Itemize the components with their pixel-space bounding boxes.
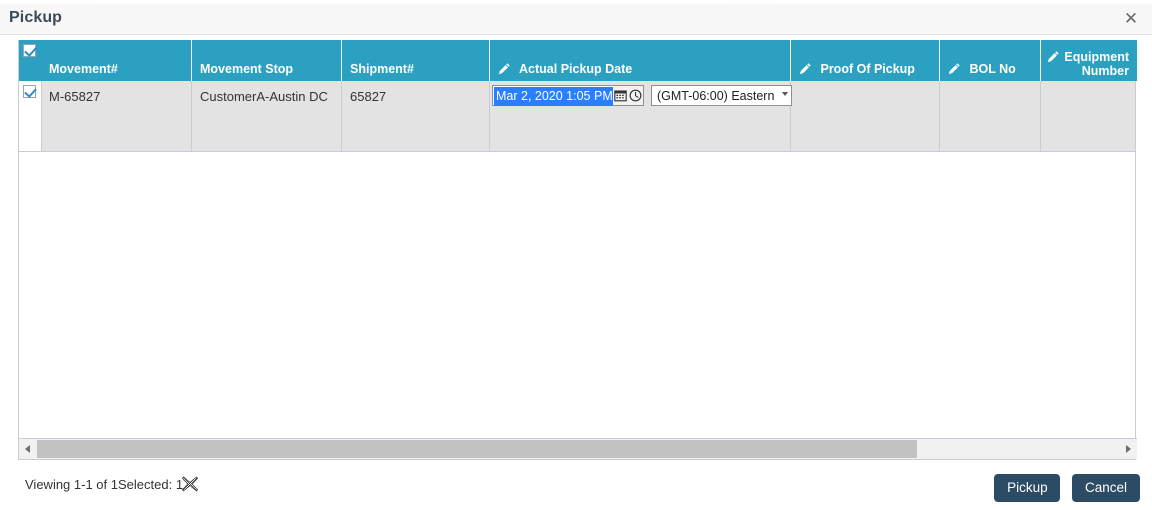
- column-header-movement-label: Movement#: [49, 62, 118, 76]
- cell-movement-stop[interactable]: CustomerA-Austin DC: [192, 81, 342, 151]
- grid-header-row: Movement# Movement Stop Shipment# Actual…: [19, 40, 1137, 81]
- column-header-bol-no-label: BOL No: [969, 62, 1016, 76]
- clear-selection-icon[interactable]: [181, 475, 199, 493]
- actual-pickup-date-value: Mar 2, 2020 1:05 PM: [494, 87, 615, 106]
- clock-icon[interactable]: [628, 85, 644, 106]
- cell-movement-text: M-65827: [49, 89, 101, 104]
- timezone-select[interactable]: (GMT-06:00) Eastern D: [651, 85, 792, 106]
- column-header-movement-stop-label: Movement Stop: [200, 62, 294, 76]
- cell-shipment[interactable]: 65827: [342, 81, 490, 151]
- pickup-dialog: Pickup ✕ Movement# Movement Stop Shipmen…: [0, 4, 1152, 510]
- cell-shipment-text: 65827: [350, 89, 387, 104]
- column-header-movement-stop[interactable]: Movement Stop: [192, 40, 342, 81]
- cell-bol-no[interactable]: [940, 81, 1041, 151]
- column-header-proof-of-pickup[interactable]: Proof Of Pickup: [791, 40, 940, 81]
- select-all-header-cell[interactable]: [19, 40, 42, 81]
- arrow-right-icon[interactable]: [1120, 439, 1137, 459]
- status-bar: Viewing 1-1 of 1 Selected: 1: [0, 474, 1152, 498]
- column-header-shipment[interactable]: Shipment#: [342, 40, 490, 81]
- timezone-value: (GMT-06:00) Eastern D: [657, 89, 775, 103]
- cancel-button[interactable]: Cancel: [1072, 474, 1140, 502]
- row-checkbox[interactable]: [23, 85, 36, 98]
- arrow-left-icon[interactable]: [19, 439, 36, 459]
- column-header-shipment-label: Shipment#: [350, 62, 414, 76]
- pencil-icon: [1048, 51, 1060, 63]
- column-header-equipment-number[interactable]: Equipment Number: [1041, 40, 1137, 81]
- calendar-icon[interactable]: [613, 85, 629, 106]
- column-header-actual-pickup-date[interactable]: Actual Pickup Date: [490, 40, 791, 81]
- close-icon[interactable]: ✕: [1116, 7, 1146, 31]
- column-header-proof-of-pickup-label: Proof Of Pickup: [820, 62, 915, 76]
- column-header-equipment-number-label: Equipment Number: [1064, 50, 1129, 78]
- column-header-bol-no[interactable]: BOL No: [940, 40, 1041, 81]
- scrollbar-thumb[interactable]: [37, 440, 917, 458]
- cell-proof-of-pickup[interactable]: [791, 81, 940, 151]
- cell-equipment-number[interactable]: [1041, 81, 1135, 151]
- pencil-icon: [948, 63, 960, 75]
- cell-movement[interactable]: M-65827: [41, 81, 192, 151]
- selected-count: Selected: 1: [118, 477, 184, 492]
- column-header-movement[interactable]: Movement#: [41, 40, 192, 81]
- column-header-actual-pickup-date-label: Actual Pickup Date: [519, 62, 633, 76]
- select-all-checkbox[interactable]: [23, 44, 36, 57]
- cell-actual-pickup-date[interactable]: Mar 2, 2020 1:05 PM (GMT-06:00) Eastern …: [490, 81, 792, 151]
- dialog-title: Pickup: [9, 9, 63, 26]
- cell-movement-stop-text: CustomerA-Austin DC: [200, 89, 328, 104]
- viewing-count: Viewing 1-1 of 1: [25, 477, 118, 492]
- chevron-down-icon[interactable]: [782, 92, 788, 96]
- row-select-cell[interactable]: [19, 81, 42, 151]
- dialog-titlebar: Pickup ✕: [0, 4, 1152, 35]
- grid-body: M-65827 CustomerA-Austin DC 65827 Mar 2,…: [19, 81, 1135, 437]
- pencil-icon: [498, 63, 510, 75]
- pickup-grid: Movement# Movement Stop Shipment# Actual…: [18, 40, 1137, 460]
- table-row[interactable]: M-65827 CustomerA-Austin DC 65827 Mar 2,…: [19, 81, 1135, 152]
- actual-pickup-date-input[interactable]: Mar 2, 2020 1:05 PM: [492, 85, 615, 106]
- pencil-icon: [799, 63, 811, 75]
- horizontal-scrollbar[interactable]: [19, 438, 1137, 459]
- pickup-button[interactable]: Pickup: [994, 474, 1061, 502]
- dialog-actions: Pickup Cancel: [986, 474, 1140, 502]
